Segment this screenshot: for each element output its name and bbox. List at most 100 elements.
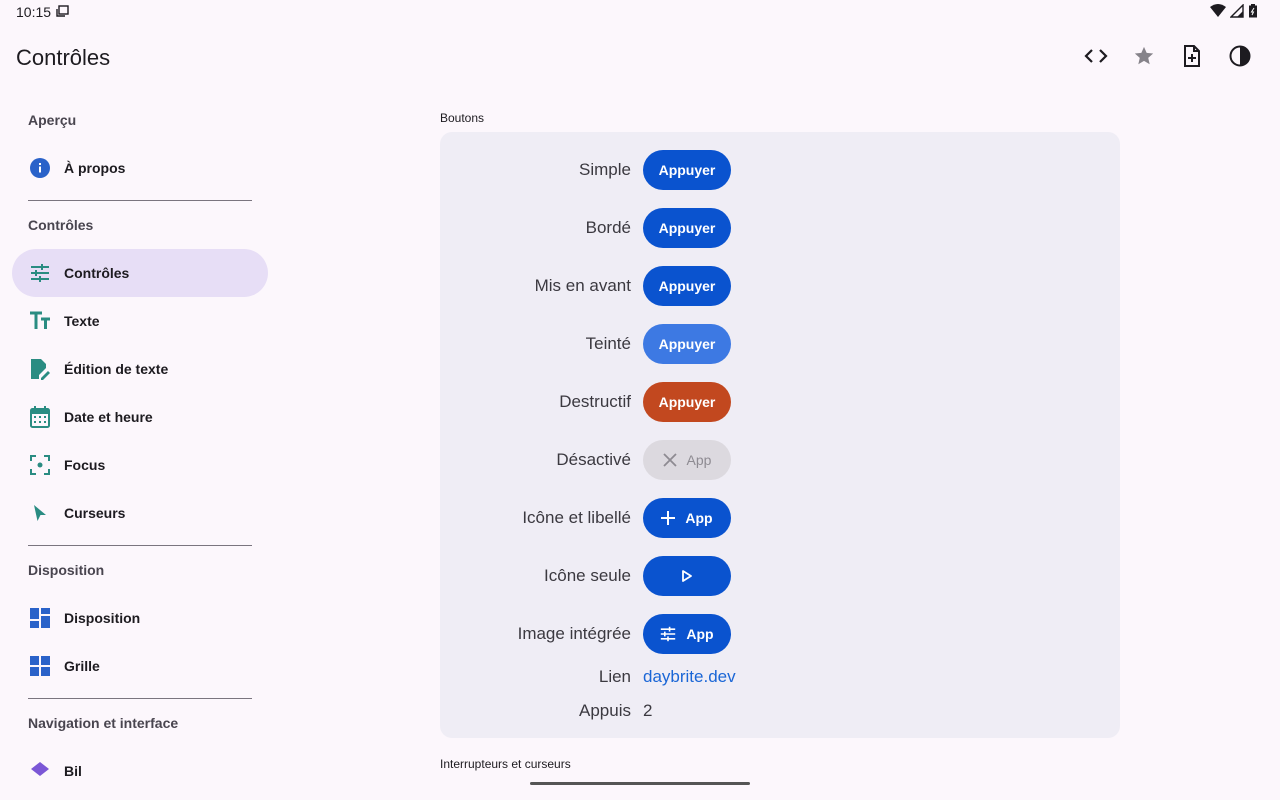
row-teinte: Teinté Appuyer: [440, 324, 1120, 364]
button-label: Appuyer: [658, 220, 716, 236]
row-simple: Simple Appuyer: [440, 150, 1120, 190]
button-label: Appuyer: [658, 336, 716, 352]
bordered-button[interactable]: Appuyer: [643, 208, 731, 248]
layers-icon: [28, 759, 52, 776]
app-actions: [1072, 32, 1264, 80]
row-desactive: Désactivé App: [440, 440, 1120, 480]
nav-item-partial[interactable]: Bil: [12, 747, 268, 776]
nav-item-label: Focus: [64, 457, 106, 473]
grid-icon: [28, 654, 52, 678]
icon-only-button[interactable]: [643, 556, 731, 596]
embedded-image-button[interactable]: App: [643, 614, 731, 654]
row-label: Image intégrée: [517, 624, 631, 643]
battery-icon: [1248, 4, 1258, 23]
nav-item-label: Disposition: [64, 610, 141, 626]
tinted-button[interactable]: Appuyer: [643, 324, 731, 364]
nav-section-controles: Contrôles: [28, 217, 94, 233]
nav-item-label: Date et heure: [64, 409, 153, 425]
nav-item-label: Curseurs: [64, 505, 126, 521]
status-time: 10:15: [16, 4, 52, 20]
row-label: Désactivé: [556, 450, 631, 469]
star-icon: [1134, 46, 1154, 65]
nav-item-label: Texte: [64, 313, 100, 329]
nav-section-navigation: Navigation et interface: [28, 715, 179, 731]
status-bar: 10:15: [0, 0, 1280, 24]
press-count: 2: [643, 701, 653, 720]
row-label: Mis en avant: [534, 276, 631, 295]
wifi-icon: [1210, 4, 1226, 23]
row-lien: Lien daybrite.dev: [440, 667, 1120, 687]
disabled-button: App: [643, 440, 731, 480]
prominent-button[interactable]: Appuyer: [643, 266, 731, 306]
daybrite-link[interactable]: daybrite.dev: [643, 667, 736, 686]
code-button[interactable]: [1072, 32, 1120, 80]
row-label: Icône et libellé: [522, 508, 631, 527]
nav-item-label: Grille: [64, 658, 100, 674]
row-icone-et-libelle: Icône et libellé App: [440, 498, 1120, 538]
text-fields-icon: [28, 309, 52, 333]
button-label: Appuyer: [658, 162, 716, 178]
buttons-card: Simple Appuyer Bordé Appuyer Mis en avan…: [440, 132, 1120, 738]
edit-document-icon: [28, 357, 52, 381]
row-appuis: Appuis 2: [440, 701, 1120, 721]
add-file-icon: [1184, 45, 1200, 67]
theme-toggle-button[interactable]: [1216, 32, 1264, 80]
row-label: Simple: [579, 160, 631, 179]
add-icon: [661, 511, 676, 525]
navigation-drawer: Aperçu À propos Contrôles Contrôles Text…: [12, 96, 268, 776]
nav-item-label: Contrôles: [64, 265, 130, 281]
center-focus-icon: [28, 453, 52, 477]
button-label: App: [686, 626, 714, 642]
signal-icon: [1229, 3, 1244, 23]
top-app-bar: Contrôles: [0, 32, 1280, 82]
calendar-icon: [28, 405, 52, 429]
row-label: Icône seule: [544, 566, 631, 585]
nav-item-label: Bil: [64, 763, 82, 776]
row-destructif: Destructif Appuyer: [440, 382, 1120, 422]
row-borde: Bordé Appuyer: [440, 208, 1120, 248]
row-mis-en-avant: Mis en avant Appuyer: [440, 266, 1120, 306]
favorite-button[interactable]: [1120, 32, 1168, 80]
row-label: Destructif: [559, 392, 631, 411]
nav-item-label: À propos: [64, 160, 126, 176]
nav-item-label: Édition de texte: [64, 361, 169, 377]
add-file-button[interactable]: [1168, 32, 1216, 80]
row-image-integree: Image intégrée App: [440, 614, 1120, 654]
section-title-interrupteurs: Interrupteurs et curseurs: [440, 757, 571, 771]
row-icone-seule: Icône seule: [440, 556, 1120, 596]
nav-item-grille[interactable]: Grille: [12, 642, 268, 690]
nav-item-disposition[interactable]: Disposition: [12, 594, 268, 642]
nav-item-edition-de-texte[interactable]: Édition de texte: [12, 345, 268, 393]
row-label: Appuis: [579, 701, 631, 720]
nav-item-controles[interactable]: Contrôles: [12, 249, 268, 297]
nav-item-curseurs[interactable]: Curseurs: [12, 489, 268, 537]
row-label: Lien: [598, 667, 631, 686]
nav-section-apercu: Aperçu: [28, 112, 77, 128]
code-icon: [1084, 49, 1108, 63]
nav-item-date-et-heure[interactable]: Date et heure: [12, 393, 268, 441]
dashboard-icon: [28, 606, 52, 630]
destructive-button[interactable]: Appuyer: [643, 382, 731, 422]
contrast-icon: [1229, 45, 1251, 67]
nav-item-focus[interactable]: Focus: [12, 441, 268, 489]
row-label: Teinté: [585, 334, 631, 353]
icon-label-button[interactable]: App: [643, 498, 731, 538]
close-icon: [662, 453, 677, 467]
page-title: Contrôles: [16, 45, 111, 70]
home-indicator[interactable]: [530, 782, 750, 785]
button-label: App: [685, 510, 713, 526]
info-icon: [28, 156, 52, 180]
tune-icon: [661, 626, 676, 642]
row-label: Bordé: [585, 218, 631, 237]
section-title-boutons: Boutons: [440, 111, 485, 125]
button-label: App: [686, 452, 712, 468]
nav-section-disposition: Disposition: [28, 562, 105, 578]
button-label: Appuyer: [658, 278, 716, 294]
tune-icon: [28, 261, 52, 285]
simple-button[interactable]: Appuyer: [643, 150, 731, 190]
nav-item-texte[interactable]: Texte: [12, 297, 268, 345]
play-icon: [682, 570, 692, 582]
button-label: Appuyer: [658, 394, 716, 410]
nav-item-a-propos[interactable]: À propos: [12, 144, 268, 192]
cursor-icon: [28, 501, 52, 525]
